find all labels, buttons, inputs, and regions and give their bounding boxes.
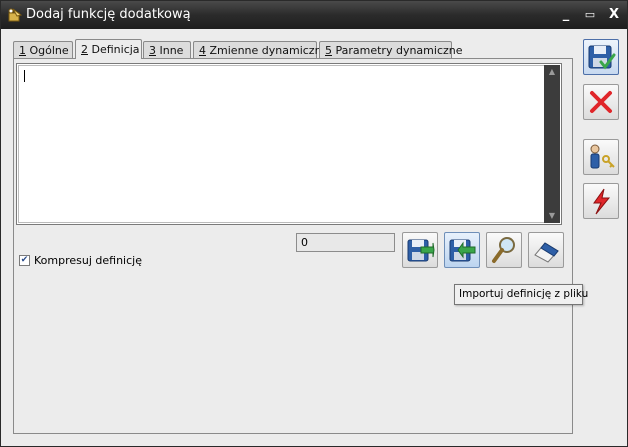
permissions-button[interactable] (583, 139, 619, 175)
tab-dynamic-parameters-hotkey: 5 (325, 44, 332, 57)
close-button[interactable]: X (604, 5, 624, 25)
import-from-file-button[interactable] (444, 232, 480, 268)
tab-general-label: Ogólne (26, 44, 69, 57)
tab-dynamic-parameters-label: Parametry dynamiczne (332, 44, 463, 57)
execute-button[interactable] (583, 183, 619, 219)
maximize-button[interactable]: ▭ (580, 5, 600, 25)
tab-dynamic-variables[interactable]: 4 Zmienne dynamiczne (193, 41, 328, 58)
cancel-button[interactable] (583, 84, 619, 120)
tab-definition-hotkey: 2 (81, 43, 88, 56)
definition-editor-area[interactable] (18, 65, 560, 223)
scroll-down-arrow-icon[interactable]: ▼ (544, 209, 560, 223)
window: Dodaj funkcję dodatkową _ ▭ X 1 Ogólne 2… (0, 0, 628, 447)
floppy-import-icon (449, 239, 476, 262)
save-button[interactable] (583, 39, 619, 75)
definition-editor[interactable]: ▲ ▼ (16, 63, 562, 225)
tab-dynamic-variables-hotkey: 4 (199, 44, 206, 57)
floppy-export-icon (407, 239, 435, 262)
title-bar[interactable]: Dodaj funkcję dodatkową _ ▭ X (1, 1, 627, 29)
user-key-icon (590, 144, 615, 169)
tab-definition-label: Definicja (88, 43, 140, 56)
cancel-x-icon (590, 91, 612, 113)
tab-general[interactable]: 1 Ogólne (13, 41, 73, 58)
tab-definition[interactable]: 2 Definicja (75, 39, 142, 59)
scroll-up-arrow-icon[interactable]: ▲ (544, 65, 560, 79)
clear-button[interactable] (528, 232, 564, 268)
magnifier-icon (492, 237, 515, 263)
compress-label: Kompresuj definicję (34, 254, 142, 267)
tab-general-hotkey: 1 (19, 44, 26, 57)
tab-other[interactable]: 3 Inne (143, 41, 191, 58)
export-to-file-button[interactable] (402, 232, 438, 268)
tab-other-label: Inne (156, 44, 184, 57)
size-counter-field: 0 (296, 233, 395, 252)
tab-dynamic-parameters[interactable]: 5 Parametry dynamiczne (319, 41, 463, 58)
add-function-icon (8, 8, 23, 22)
import-tooltip: Importuj definicję z pliku (454, 284, 588, 305)
save-floppy-icon (588, 45, 616, 70)
eraser-icon (534, 242, 559, 263)
compress-checkbox[interactable]: ✔ (19, 255, 30, 266)
minimize-button[interactable]: _ (556, 5, 576, 25)
text-caret (24, 70, 25, 82)
preview-button[interactable] (486, 232, 522, 268)
tab-dynamic-variables-label: Zmienne dynamiczne (206, 44, 329, 57)
window-title: Dodaj funkcję dodatkową (26, 7, 191, 22)
tab-other-hotkey: 3 (149, 44, 156, 57)
lightning-icon (593, 188, 611, 215)
vertical-scrollbar[interactable]: ▲ ▼ (544, 65, 560, 223)
